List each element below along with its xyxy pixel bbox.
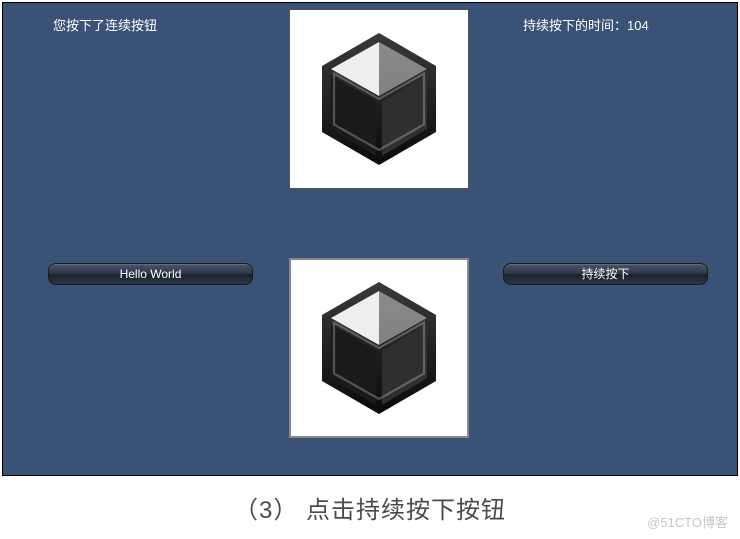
unity-logo-icon (304, 273, 454, 423)
game-viewport: 您按下了连续按钮 持续按下的时间：104 Hello World 持续按下 (2, 2, 738, 476)
status-message-left: 您按下了连续按钮 (53, 15, 157, 34)
button-label: 持续按下 (581, 267, 629, 281)
figure-caption: （3） 点击持续按下按钮 (0, 490, 740, 525)
status-right-value: 104 (627, 18, 649, 33)
status-message-right: 持续按下的时间：104 (523, 15, 649, 34)
status-right-label: 持续按下的时间： (523, 18, 627, 33)
hold-down-button[interactable]: 持续按下 (503, 263, 708, 285)
hello-world-button[interactable]: Hello World (48, 263, 253, 285)
unity-logo-icon (304, 24, 454, 174)
logo-image-bottom (289, 258, 469, 438)
logo-image-top (289, 9, 469, 189)
status-left-text: 您按下了连续按钮 (53, 18, 157, 33)
watermark-text: @51CTO博客 (647, 512, 728, 531)
button-label: Hello World (120, 267, 182, 281)
